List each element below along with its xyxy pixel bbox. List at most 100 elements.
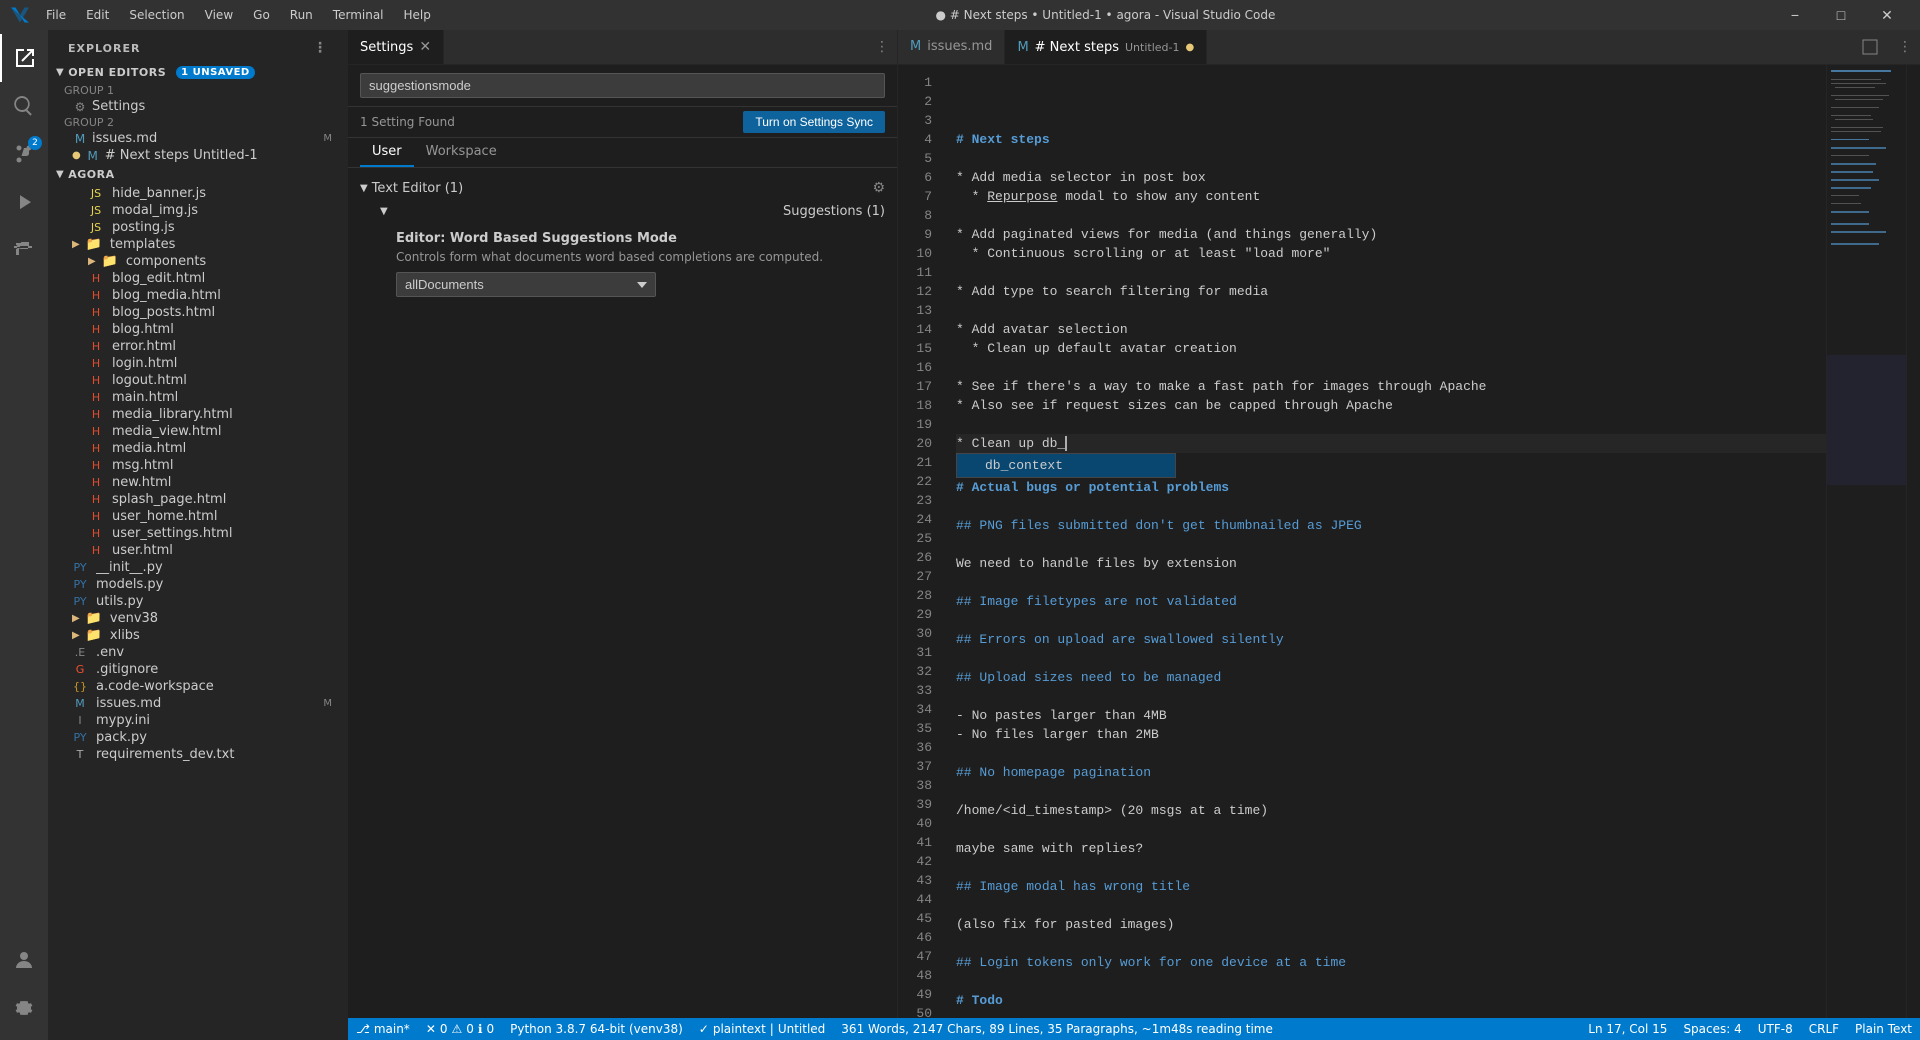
sidebar-file-main-html[interactable]: Hmain.html xyxy=(48,389,348,406)
sidebar-file-models-py[interactable]: PYmodels.py xyxy=(48,576,348,593)
sidebar-file--env[interactable]: .E.env xyxy=(48,644,348,661)
section-gear-icon[interactable]: ⚙ xyxy=(872,180,885,196)
autocomplete-item-selected[interactable]:  db_context xyxy=(957,454,1175,477)
sidebar-file-a-code-workspace[interactable]: {}a.code-workspace xyxy=(48,678,348,695)
activity-source-control[interactable]: 2 xyxy=(0,130,48,178)
activity-settings[interactable] xyxy=(0,984,48,1032)
sidebar-file-media-view-html[interactable]: Hmedia_view.html xyxy=(48,423,348,440)
line-number-20: 20 xyxy=(898,434,948,453)
activity-explorer[interactable] xyxy=(0,34,48,82)
sidebar-header: Explorer ⋮ xyxy=(48,30,348,62)
menu-terminal[interactable]: Terminal xyxy=(325,6,392,24)
sidebar-file--gitignore[interactable]: G.gitignore xyxy=(48,661,348,678)
sidebar-file-pack-py[interactable]: PYpack.py xyxy=(48,729,348,746)
close-button[interactable]: ✕ xyxy=(1864,0,1910,30)
minimize-button[interactable]: − xyxy=(1772,0,1818,30)
line-number-26: 26 xyxy=(898,548,948,567)
sidebar-file-logout-html[interactable]: Hlogout.html xyxy=(48,372,348,389)
status-cursor[interactable]: Ln 17, Col 15 xyxy=(1580,1022,1675,1036)
file-type-icon: H xyxy=(88,442,104,455)
editor-code[interactable]: # Next steps* Add media selector in post… xyxy=(948,65,1826,1018)
settings-nav-workspace[interactable]: Workspace xyxy=(414,138,509,167)
sidebar-settings-file[interactable]: ⚙ Settings xyxy=(48,98,348,115)
sidebar-file-blog-html[interactable]: Hblog.html xyxy=(48,321,348,338)
menu-help[interactable]: Help xyxy=(396,6,439,24)
sidebar-file-modal-img-js[interactable]: JSmodal_img.js xyxy=(48,202,348,219)
code-line-20 xyxy=(956,497,1826,516)
settings-more-icon[interactable]: ⋮ xyxy=(875,39,889,55)
menu-selection[interactable]: Selection xyxy=(121,6,192,24)
sidebar-file-hide-banner-js[interactable]: JShide_banner.js xyxy=(48,185,348,202)
sidebar-file-posting-js[interactable]: JSposting.js xyxy=(48,219,348,236)
status-python[interactable]: Python 3.8.7 64-bit (venv38) xyxy=(502,1018,691,1040)
status-warnings-count: 0 xyxy=(466,1022,474,1036)
settings-tab[interactable]: Settings ✕ xyxy=(348,30,444,64)
sidebar-file-blog-edit-html[interactable]: Hblog_edit.html xyxy=(48,270,348,287)
sidebar-issues-md[interactable]: M issues.md M xyxy=(48,130,348,147)
sidebar-file-requirements-dev-txt[interactable]: Trequirements_dev.txt xyxy=(48,746,348,763)
sidebar-file-blog-posts-html[interactable]: Hblog_posts.html xyxy=(48,304,348,321)
sidebar-file-media-html[interactable]: Hmedia.html xyxy=(48,440,348,457)
sidebar-file-login-html[interactable]: Hlogin.html xyxy=(48,355,348,372)
status-spaces[interactable]: Spaces: 4 xyxy=(1675,1022,1749,1036)
menu-view[interactable]: View xyxy=(197,6,241,24)
activity-bar: 2 xyxy=(0,30,48,1040)
editor-more-icon[interactable]: ⋮ xyxy=(1890,39,1920,55)
sidebar-file-blog-media-html[interactable]: Hblog_media.html xyxy=(48,287,348,304)
editor-scrollbar[interactable] xyxy=(1906,65,1920,1018)
editor-more-btn[interactable]: ⋮ xyxy=(1890,30,1920,64)
open-editors-header[interactable]: ▼ Open Editors 1 UNSAVED xyxy=(48,62,348,83)
sidebar-file-new-html[interactable]: Hnew.html xyxy=(48,474,348,491)
status-plaintext[interactable]: ✓ plaintext | Untitled xyxy=(691,1018,834,1040)
menu-file[interactable]: File xyxy=(38,6,74,24)
sidebar-file-user-html[interactable]: Huser.html xyxy=(48,542,348,559)
settings-nav-user[interactable]: User xyxy=(360,138,414,167)
activity-debug[interactable] xyxy=(0,178,48,226)
status-language[interactable]: Plain Text xyxy=(1847,1022,1920,1036)
settings-section-header[interactable]: ▼ Text Editor (1) ⚙ xyxy=(360,176,885,200)
activity-account[interactable] xyxy=(0,936,48,984)
sidebar-file-utils-py[interactable]: PYutils.py xyxy=(48,593,348,610)
text-cursor: ​ xyxy=(1065,436,1067,451)
editor-content[interactable]: 1234567891011121314151617181920212223242… xyxy=(898,65,1920,1018)
status-branch[interactable]: ⎇ main* xyxy=(348,1018,418,1040)
sidebar-file-splash-page-html[interactable]: Hsplash_page.html xyxy=(48,491,348,508)
activity-search[interactable] xyxy=(0,82,48,130)
sidebar-file-venv38[interactable]: ▶📁venv38 xyxy=(48,610,348,627)
activity-extensions[interactable] xyxy=(0,226,48,274)
sidebar-file-xlibs[interactable]: ▶📁xlibs xyxy=(48,627,348,644)
settings-sync-button[interactable]: Turn on Settings Sync xyxy=(743,111,885,133)
sidebar-file-templates[interactable]: ▶📁templates xyxy=(48,236,348,253)
menu-edit[interactable]: Edit xyxy=(78,6,117,24)
menu-go[interactable]: Go xyxy=(245,6,278,24)
line-number-5: 5 xyxy=(898,149,948,168)
sidebar-file-mypy-ini[interactable]: Imypy.ini xyxy=(48,712,348,729)
status-errors[interactable]: ✕ 0 ⚠ 0 ℹ 0 xyxy=(418,1018,502,1040)
status-eol[interactable]: CRLF xyxy=(1801,1022,1847,1036)
sidebar-file-user-settings-html[interactable]: Huser_settings.html xyxy=(48,525,348,542)
agora-header[interactable]: ▼ AGORA xyxy=(48,164,348,185)
sidebar-file-components[interactable]: ▶📁components xyxy=(48,253,348,270)
sidebar-file-user-home-html[interactable]: Huser_home.html xyxy=(48,508,348,525)
sidebar-file-media-library-html[interactable]: Hmedia_library.html xyxy=(48,406,348,423)
new-file-icon[interactable]: ⋮ xyxy=(313,40,328,56)
status-encoding[interactable]: UTF-8 xyxy=(1750,1022,1801,1036)
tab-issues-md[interactable]: M issues.md xyxy=(898,30,1005,64)
sidebar-file---init---py[interactable]: PY__init__.py xyxy=(48,559,348,576)
suggestions-section-header[interactable]: ▼ Suggestions (1) xyxy=(380,200,885,223)
status-wordcount[interactable]: 361 Words, 2147 Chars, 89 Lines, 35 Para… xyxy=(833,1018,1281,1040)
menu-run[interactable]: Run xyxy=(282,6,321,24)
sidebar-content[interactable]: ▼ Open Editors 1 UNSAVED GROUP 1 ⚙ Setti… xyxy=(48,62,348,1040)
settings-search-input[interactable] xyxy=(360,73,885,98)
editor-split-btn[interactable] xyxy=(1854,30,1886,64)
sidebar-next-steps[interactable]: ● M # Next steps Untitled-1 xyxy=(48,147,348,164)
sidebar-file-issues-md[interactable]: Missues.mdM xyxy=(48,695,348,712)
tab-next-steps[interactable]: M # Next steps Untitled-1 ● xyxy=(1005,30,1207,64)
git-branch-icon: ⎇ xyxy=(356,1022,370,1036)
autocomplete-dropdown[interactable]:  db_context xyxy=(956,453,1176,478)
maximize-button[interactable]: □ xyxy=(1818,0,1864,30)
settings-suggestions-select[interactable]: allDocuments currentDocument matchingDoc… xyxy=(396,272,656,297)
settings-tab-close[interactable]: ✕ xyxy=(419,39,431,55)
sidebar-file-msg-html[interactable]: Hmsg.html xyxy=(48,457,348,474)
sidebar-file-error-html[interactable]: Herror.html xyxy=(48,338,348,355)
